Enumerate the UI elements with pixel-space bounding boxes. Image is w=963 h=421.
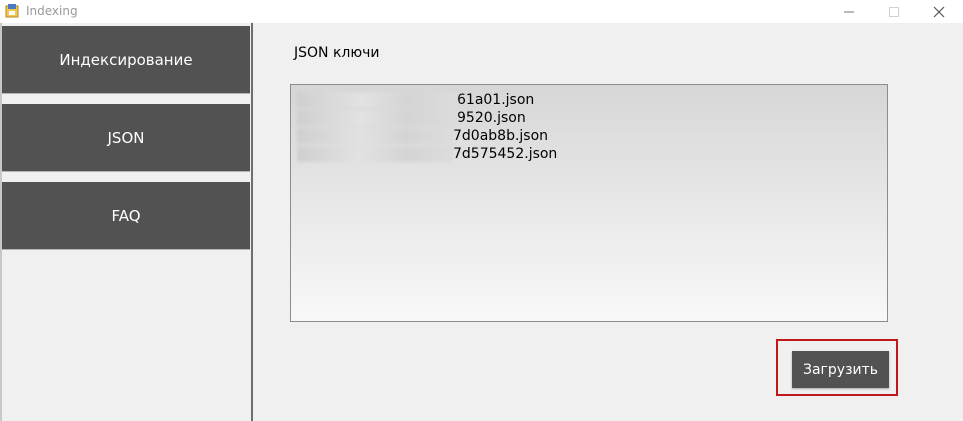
redacted-filename-prefix [297, 110, 457, 126]
list-item[interactable]: 7d575452.json [297, 145, 557, 163]
app-icon [5, 3, 20, 18]
minimize-button[interactable] [826, 0, 872, 23]
redacted-filename-prefix [297, 92, 457, 108]
redacted-filename-prefix [297, 146, 453, 162]
redacted-filename-prefix [297, 128, 453, 144]
list-item[interactable]: 7d0ab8b.json [297, 127, 548, 145]
sidebar-item-label: JSON [107, 128, 145, 147]
upload-button[interactable]: Загрузить [792, 351, 889, 388]
list-item[interactable]: 61a01.json [297, 91, 534, 109]
minimize-icon [844, 11, 854, 13]
sidebar-divider [251, 23, 253, 421]
sidebar-item-indexing[interactable]: Индексирование [2, 26, 250, 94]
list-item[interactable]: 9520.json [297, 109, 526, 127]
maximize-button[interactable] [871, 0, 917, 23]
upload-button-label: Загрузить [802, 361, 879, 378]
sidebar-item-label: FAQ [111, 206, 141, 225]
section-title: JSON ключи [294, 45, 380, 61]
app-window: Indexing Индексирование JSON FAQ JSON кл… [0, 0, 963, 421]
close-icon [933, 6, 945, 18]
maximize-icon [889, 7, 899, 17]
sidebar-item-json[interactable]: JSON [2, 104, 250, 172]
title-bar: Indexing [0, 0, 963, 23]
window-title: Indexing [26, 4, 78, 18]
sidebar-item-label: Индексирование [59, 50, 193, 69]
json-keys-list[interactable]: 61a01.json 9520.json 7d0ab8b.json 7d5754… [290, 84, 888, 322]
close-button[interactable] [916, 0, 962, 23]
sidebar-item-faq[interactable]: FAQ [2, 182, 250, 250]
